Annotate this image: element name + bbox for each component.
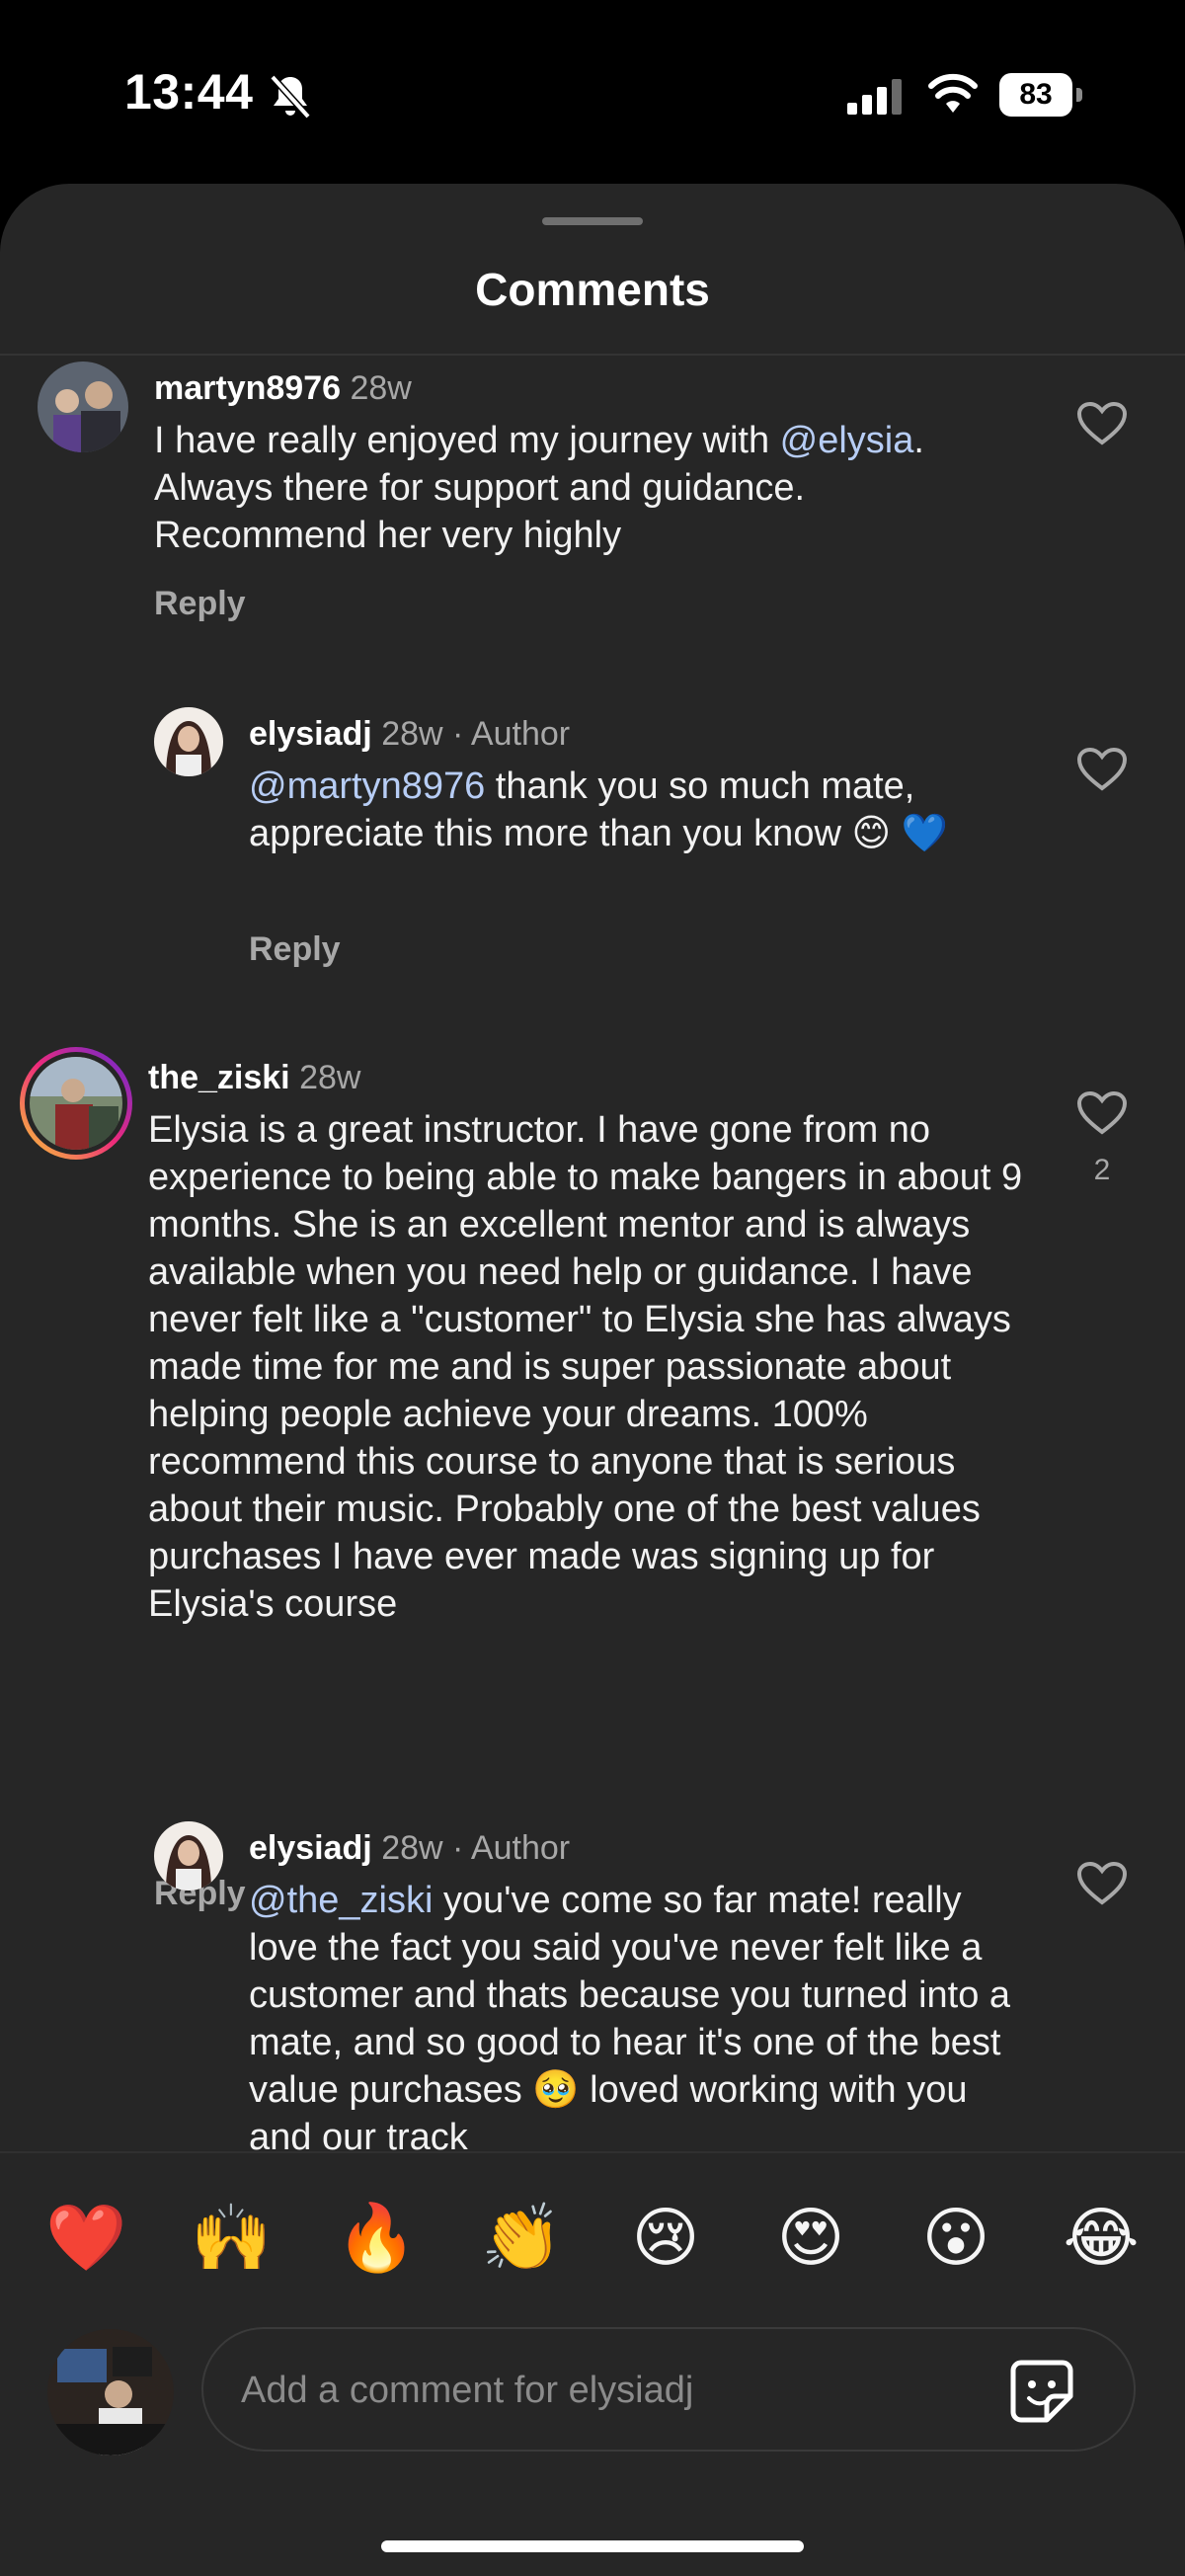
comment-meta: 28w <box>299 1059 361 1096</box>
emoji-fire[interactable]: 🔥 <box>336 2199 417 2278</box>
heart-icon[interactable] <box>1076 401 1128 446</box>
emoji-crying-face[interactable]: 😢 <box>626 2199 705 2278</box>
comment-text: @martyn8976 thank you so much mate, appr… <box>249 763 1039 857</box>
comment-composer <box>0 2319 1185 2497</box>
comment-meta: 28w · Author <box>381 1829 571 1867</box>
heart-icon[interactable] <box>1076 747 1128 792</box>
reply-button[interactable]: Reply <box>154 585 246 623</box>
heart-icon[interactable] <box>1076 1861 1128 1906</box>
comment-meta: 28w <box>350 369 412 407</box>
comment-username[interactable]: elysiadj <box>249 715 372 753</box>
comment-username[interactable]: elysiadj <box>249 1829 372 1867</box>
emoji-heart-eyes[interactable]: 😍 <box>771 2199 850 2278</box>
comment-header: martyn8976 28w <box>154 369 412 408</box>
mention-link[interactable]: @the_ziski <box>249 1880 433 1921</box>
user-avatar[interactable] <box>47 2329 174 2455</box>
battery-tip <box>1076 88 1082 102</box>
sticker-icon[interactable] <box>1007 2357 1076 2426</box>
story-ring-avatar[interactable] <box>20 1047 132 1160</box>
comment-header: elysiadj 28w · Author <box>249 715 570 754</box>
emoji-surprised-face[interactable]: 😮 <box>916 2199 995 2278</box>
wifi-icon <box>928 73 978 113</box>
comment-text: Elysia is a great instructor. I have gon… <box>148 1109 1023 1625</box>
cellular-signal-icon <box>847 79 902 115</box>
sheet-grabber[interactable] <box>542 217 643 225</box>
status-bar: 13:44 83 <box>0 0 1185 188</box>
reply-button[interactable]: Reply <box>249 930 341 969</box>
mention-link[interactable]: @elysia <box>780 420 914 461</box>
comment-text-part: I have really enjoyed my journey with <box>154 420 780 461</box>
bell-slash-icon <box>270 74 311 120</box>
avatar[interactable] <box>154 1821 223 1891</box>
emoji-laughing-face[interactable]: 😂 <box>1062 2199 1141 2278</box>
emoji-clapping-hands[interactable]: 👏 <box>481 2199 562 2278</box>
mention-link[interactable]: @martyn8976 <box>249 765 485 807</box>
battery-level: 83 <box>999 73 1072 117</box>
comment-input-pill[interactable] <box>201 2327 1136 2452</box>
sheet-title: Comments <box>475 264 710 315</box>
status-time: 13:44 <box>124 64 254 120</box>
comment-list[interactable]: martyn8976 28w I have really enjoyed my … <box>0 356 1185 2153</box>
comment-username[interactable]: martyn8976 <box>154 369 341 407</box>
comment-username[interactable]: the_ziski <box>148 1059 290 1096</box>
avatar[interactable] <box>154 707 223 776</box>
comment-text: I have really enjoyed my journey with @e… <box>154 417 1023 559</box>
comment-header: elysiadj 28w · Author <box>249 1829 570 1868</box>
battery-icon: 83 <box>999 73 1082 117</box>
emoji-raising-hands[interactable]: 🙌 <box>191 2199 272 2278</box>
comment-meta: 28w · Author <box>381 715 571 753</box>
avatar[interactable] <box>38 362 128 452</box>
comment-input[interactable] <box>239 2329 974 2452</box>
emoji-quick-bar: ❤️ 🙌 🔥 👏 😢 😍 😮 😂 <box>0 2151 1185 2321</box>
heart-icon[interactable] <box>1076 1090 1128 1136</box>
comment-text: @the_ziski you've come so far mate! real… <box>249 1877 1039 2153</box>
like-count: 2 <box>1093 1154 1111 1186</box>
comment-header: the_ziski 28w <box>148 1059 360 1097</box>
emoji-red-heart[interactable]: ❤️ <box>45 2199 126 2278</box>
home-indicator[interactable] <box>381 2540 804 2552</box>
